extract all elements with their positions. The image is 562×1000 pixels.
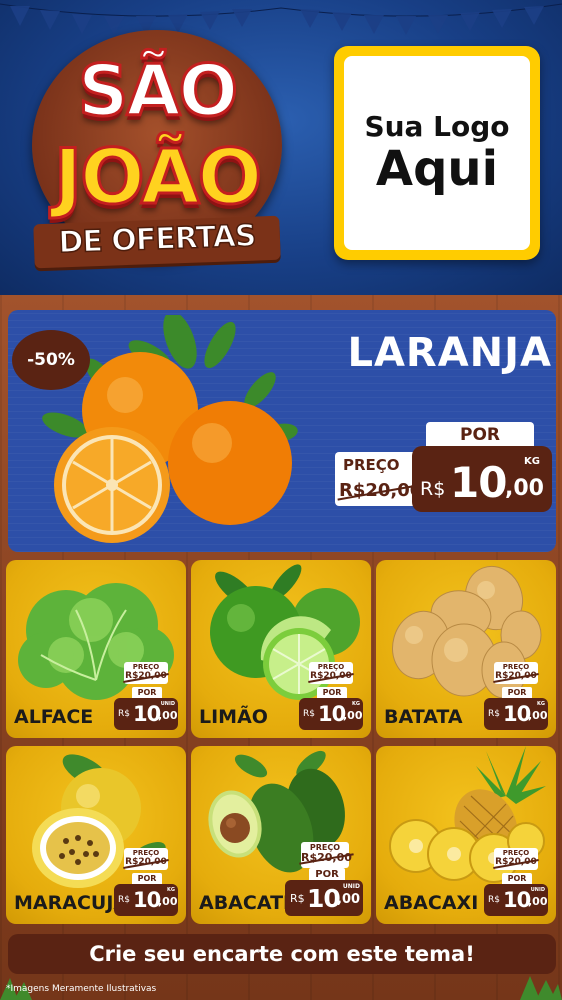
old-price: R$20,00 bbox=[495, 671, 537, 681]
unit: KG bbox=[352, 701, 360, 707]
old-price: R$20,00 bbox=[310, 671, 352, 681]
create-flyer-cta[interactable]: Crie seu encarte com este tema! bbox=[8, 934, 556, 974]
product-card-abacate: ABACATE PREÇO R$20,00 POR R$ 10 ,00 UNID bbox=[191, 746, 371, 924]
title-sao: SÃO bbox=[76, 49, 239, 134]
currency: R$ bbox=[118, 895, 130, 905]
unit: KG bbox=[167, 887, 175, 893]
currency: R$ bbox=[488, 709, 500, 719]
price-integer: 10 bbox=[503, 888, 531, 912]
old-price: R$20,00 bbox=[125, 671, 167, 681]
price-decimal: ,00 bbox=[528, 895, 548, 908]
featured-old-price: R$20,00 bbox=[339, 480, 423, 501]
preco-box: PREÇO R$20,00 bbox=[124, 848, 168, 870]
price-decimal: ,00 bbox=[158, 895, 178, 908]
price-tag: R$ 10 ,00 UNID bbox=[484, 884, 548, 916]
featured-preco-box: PREÇO R$20,00 bbox=[335, 452, 422, 506]
logo-placeholder-inner: Sua Logo Aqui bbox=[344, 56, 530, 250]
preco-box: PREÇO R$20,00 bbox=[309, 662, 353, 684]
images-disclaimer: *Imagens Meramente Ilustrativas bbox=[6, 984, 157, 994]
price-integer: 10 bbox=[318, 702, 346, 726]
featured-price-tag: R$ 10 ,00 KG bbox=[412, 446, 552, 512]
logo-text-line2: Aqui bbox=[375, 141, 499, 198]
header-banner: SÃO JOÃO DE OFERTAS Sua Logo Aqui bbox=[0, 0, 562, 300]
currency: R$ bbox=[303, 709, 315, 719]
old-price: R$20,00 bbox=[301, 851, 352, 864]
price-tag: R$ 10 ,00 UNID bbox=[285, 880, 363, 916]
preco-box: PREÇO R$20,00 bbox=[301, 842, 352, 868]
unit: UNID bbox=[342, 883, 360, 890]
featured-product-name: LARANJA bbox=[347, 330, 552, 376]
featured-currency: R$ bbox=[420, 478, 446, 500]
price-integer: 10 bbox=[503, 702, 531, 726]
currency: R$ bbox=[118, 709, 130, 719]
product-card-alface: ALFACE PREÇO R$20,00 POR R$ 10 ,00 UNID bbox=[6, 560, 186, 738]
price-tag: R$ 10 ,00 UNID bbox=[114, 698, 178, 730]
product-name: ALFACE bbox=[14, 706, 94, 728]
product-name: BATATA bbox=[384, 706, 463, 728]
sao-joao-title-badge: SÃO JOÃO DE OFERTAS bbox=[12, 20, 302, 275]
product-card-batata: BATATA PREÇO R$20,00 POR R$ 10 ,00 KG bbox=[376, 560, 556, 738]
por-label: POR bbox=[502, 873, 532, 884]
price-integer: 10 bbox=[133, 702, 161, 726]
title-joao: JOÃO bbox=[52, 131, 263, 223]
featured-preco-label: PREÇO bbox=[343, 456, 400, 474]
featured-price-decimal: ,00 bbox=[505, 476, 544, 501]
preco-box: PREÇO R$20,00 bbox=[124, 662, 168, 684]
price-decimal: ,00 bbox=[343, 709, 363, 722]
featured-unit: KG bbox=[524, 456, 540, 467]
featured-old-price-wrap: R$20,00 bbox=[339, 480, 422, 501]
por-label: POR bbox=[132, 873, 162, 884]
unit: UNID bbox=[160, 701, 175, 707]
product-name: ABACATE bbox=[199, 892, 297, 914]
por-label: POR bbox=[502, 687, 532, 698]
por-label: POR bbox=[132, 687, 162, 698]
product-name: ABACAXI bbox=[384, 892, 479, 914]
price-tag: R$ 10 ,00 KG bbox=[114, 884, 178, 916]
unit: UNID bbox=[530, 887, 545, 893]
currency: R$ bbox=[290, 892, 305, 905]
por-label: POR bbox=[317, 687, 347, 698]
currency: R$ bbox=[488, 895, 500, 905]
price-tag: R$ 10 ,00 KG bbox=[299, 698, 363, 730]
preco-box: PREÇO R$20,00 bbox=[494, 662, 538, 684]
featured-por-label: POR bbox=[426, 422, 534, 448]
preco-box: PREÇO R$20,00 bbox=[494, 848, 538, 870]
price-tag: R$ 10 ,00 KG bbox=[484, 698, 548, 730]
product-card-abacaxi: ABACAXI PREÇO R$20,00 POR R$ 10 ,00 UNID bbox=[376, 746, 556, 924]
old-price: R$20,00 bbox=[125, 857, 167, 867]
price-decimal: ,00 bbox=[337, 892, 361, 907]
logo-placeholder: Sua Logo Aqui bbox=[334, 46, 540, 260]
price-integer: 10 bbox=[307, 884, 341, 913]
discount-badge: -50% bbox=[12, 330, 90, 390]
price-decimal: ,00 bbox=[158, 709, 178, 722]
price-decimal: ,00 bbox=[528, 709, 548, 722]
price-integer: 10 bbox=[133, 888, 161, 912]
logo-text-line1: Sua Logo bbox=[364, 110, 510, 144]
featured-price-integer: 10 bbox=[450, 458, 507, 507]
product-name: LIMÃO bbox=[199, 706, 268, 728]
unit: KG bbox=[537, 701, 545, 707]
product-card-maracuja: MARACUJÁ PREÇO R$20,00 POR R$ 10 ,00 KG bbox=[6, 746, 186, 924]
product-name: MARACUJÁ bbox=[14, 892, 129, 914]
old-price: R$20,00 bbox=[495, 857, 537, 867]
product-card-limao: LIMÃO PREÇO R$20,00 POR R$ 10 ,00 KG bbox=[191, 560, 371, 738]
